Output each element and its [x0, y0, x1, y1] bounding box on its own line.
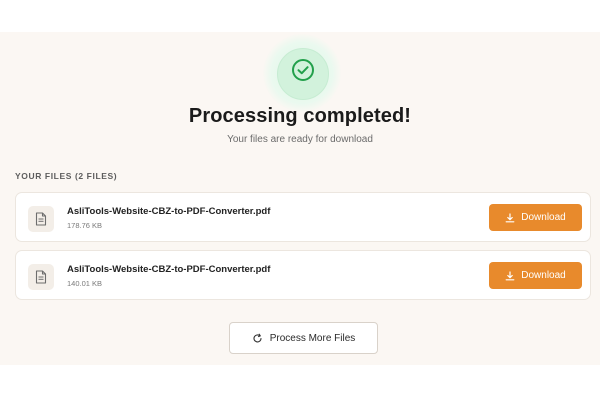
process-more-label: Process More Files	[269, 332, 356, 344]
file-size: 178.76 KB	[67, 221, 103, 230]
file-name: AsliTools-Website-CBZ-to-PDF-Converter.p…	[67, 206, 271, 217]
files-section-label: YOUR FILES (2 FILES)	[15, 171, 118, 181]
results-panel: Processing completed! Your files are rea…	[0, 32, 600, 365]
download-button[interactable]: Download	[489, 262, 582, 289]
status-title: Processing completed!	[188, 105, 412, 127]
check-circle-icon	[290, 57, 316, 83]
file-size: 140.01 KB	[67, 279, 103, 288]
file-row: AsliTools-Website-CBZ-to-PDF-Converter.p…	[15, 192, 591, 242]
document-icon	[28, 264, 54, 290]
download-icon	[505, 270, 515, 280]
file-row: AsliTools-Website-CBZ-to-PDF-Converter.p…	[15, 250, 591, 300]
download-label: Download	[521, 212, 566, 223]
file-name: AsliTools-Website-CBZ-to-PDF-Converter.p…	[67, 264, 271, 275]
process-more-files-button[interactable]: Process More Files	[229, 322, 378, 354]
download-button[interactable]: Download	[489, 204, 582, 231]
status-subtitle: Your files are ready for download	[227, 134, 373, 145]
download-label: Download	[521, 270, 566, 281]
download-icon	[505, 212, 515, 222]
refresh-icon	[253, 333, 262, 342]
document-icon	[28, 206, 54, 232]
